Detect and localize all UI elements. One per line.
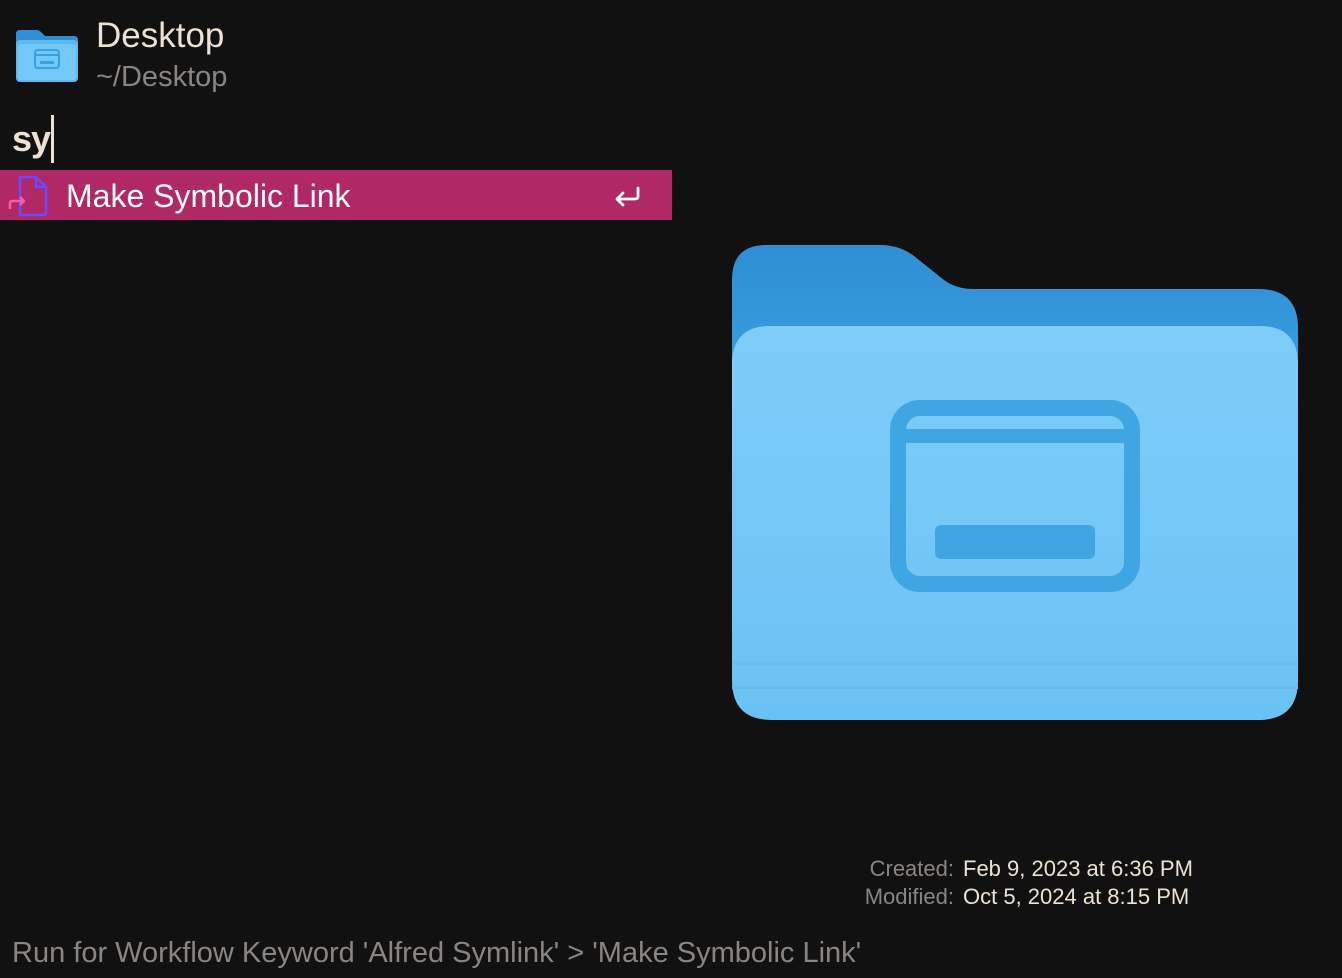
created-label: Created: [869, 856, 954, 881]
result-row-selected[interactable]: Make Symbolic Link [0, 170, 672, 220]
return-key-icon [615, 186, 640, 207]
search-input[interactable]: sy [12, 113, 55, 165]
search-query-text[interactable]: sy [12, 113, 51, 165]
modified-value: Oct 5, 2024 at 8:15 PM [963, 884, 1190, 909]
created-row: Created: Feb 9, 2023 at 6:36 PM [865, 855, 1206, 883]
result-label: Make Symbolic Link [66, 178, 351, 214]
alfred-window: Desktop ~/Desktop sy Make Symbolic Link [0, 0, 1342, 978]
result-path: ~/Desktop [96, 61, 228, 93]
action-subtext: Run for Workflow Keyword 'Alfred Symlink… [12, 937, 862, 969]
desktop-folder-icon [732, 245, 1298, 720]
modified-label: Modified: [864, 884, 954, 909]
text-caret [51, 115, 55, 163]
result-title: Desktop [96, 16, 225, 55]
file-metadata: Created: Feb 9, 2023 at 6:36 PM Modified… [865, 855, 1206, 911]
modified-row: Modified: Oct 5, 2024 at 8:15 PM [865, 883, 1206, 911]
symlink-file-icon [8, 175, 48, 217]
folder-icon [16, 30, 78, 82]
created-value: Feb 9, 2023 at 6:36 PM [963, 856, 1193, 881]
